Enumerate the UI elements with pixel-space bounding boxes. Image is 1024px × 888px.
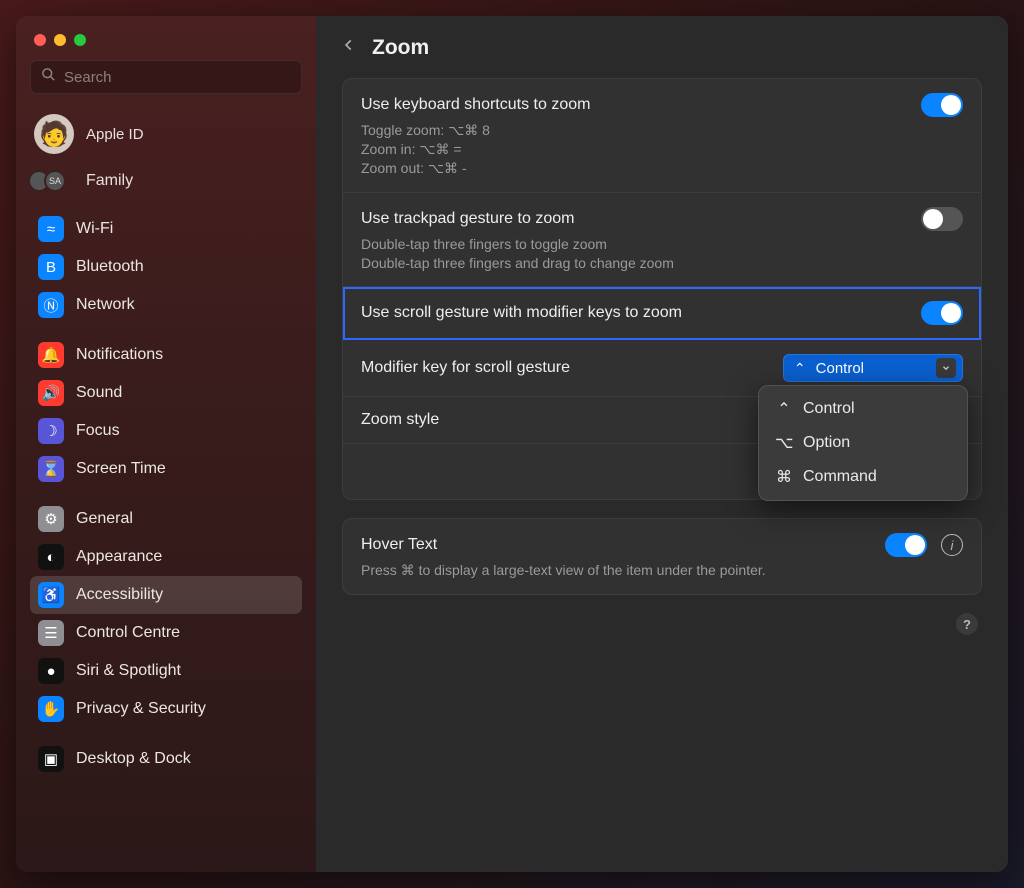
- menu-item-control[interactable]: ⌃ Control: [765, 392, 961, 426]
- keyboard-shortcuts-toggle[interactable]: [921, 93, 963, 117]
- minimize-button[interactable]: [54, 34, 66, 46]
- trackpad-gesture-toggle[interactable]: [921, 207, 963, 231]
- sidebar-item-appearance[interactable]: ◐ Appearance: [30, 538, 302, 576]
- sidebar-item-label: Screen Time: [76, 460, 166, 478]
- general-icon: ⚙: [38, 506, 64, 532]
- close-button[interactable]: [34, 34, 46, 46]
- sidebar-item-privacy[interactable]: ✋ Privacy & Security: [30, 690, 302, 728]
- row-title: Use keyboard shortcuts to zoom: [361, 96, 590, 114]
- sidebar-item-label: General: [76, 510, 133, 528]
- modifier-symbol-icon: ⌘: [775, 467, 793, 487]
- network-icon: Ⓝ: [38, 292, 64, 318]
- sidebar-item-wifi[interactable]: ≈ Wi-Fi: [30, 210, 302, 248]
- sidebar-item-general[interactable]: ⚙ General: [30, 500, 302, 538]
- menu-item-label: Control: [803, 400, 855, 418]
- desktop-icon: ▣: [38, 746, 64, 772]
- hover-text-panel: Hover Text i Press ⌘ to display a large-…: [342, 518, 982, 595]
- controlcentre-icon: ☰: [38, 620, 64, 646]
- modifier-label: Control: [816, 360, 864, 377]
- modifier-key-menu: ⌃ Control ⌥ Option ⌘ Command: [758, 385, 968, 501]
- system-settings-window: 🧑 Apple ID SA Family ≈ Wi-Fi B Bluetooth Ⓝ Ne…: [16, 16, 1008, 872]
- sidebar-item-desktop[interactable]: ▣ Desktop & Dock: [30, 740, 302, 778]
- sidebar-item-label: Focus: [76, 422, 120, 440]
- help-button[interactable]: ?: [956, 613, 978, 635]
- sidebar-item-label: Control Centre: [76, 624, 180, 642]
- trackpad-gesture-row: Use trackpad gesture to zoom Double-tap …: [343, 193, 981, 288]
- row-title: Use trackpad gesture to zoom: [361, 210, 574, 228]
- apple-id-label: Apple ID: [86, 126, 144, 143]
- sidebar-item-label: Sound: [76, 384, 122, 402]
- menu-item-label: Command: [803, 468, 877, 486]
- scroll-gesture-toggle[interactable]: [921, 301, 963, 325]
- family-label: Family: [86, 172, 133, 190]
- sidebar-item-label: Wi-Fi: [76, 220, 113, 238]
- sidebar-item-notifications[interactable]: 🔔 Notifications: [30, 336, 302, 374]
- accessibility-icon: ♿: [38, 582, 64, 608]
- family-avatars: SA: [34, 170, 74, 192]
- zoom-settings-panel: Use keyboard shortcuts to zoom Toggle zo…: [342, 78, 982, 500]
- focus-icon: ☽: [38, 418, 64, 444]
- sidebar-item-accessibility[interactable]: ♿ Accessibility: [30, 576, 302, 614]
- sidebar-item-label: Bluetooth: [76, 258, 144, 276]
- window-controls: [30, 30, 302, 60]
- modifier-key-row: Modifier key for scroll gesture ⌃ Contro…: [343, 340, 981, 397]
- siri-icon: ●: [38, 658, 64, 684]
- help-row: ?: [342, 613, 982, 635]
- row-title: Zoom style: [361, 411, 439, 429]
- sidebar-item-bluetooth[interactable]: B Bluetooth: [30, 248, 302, 286]
- sidebar-item-label: Notifications: [76, 346, 163, 364]
- row-title: Use scroll gesture with modifier keys to…: [361, 304, 682, 322]
- row-subtitle: Double-tap three fingers to toggle zoom …: [361, 235, 963, 273]
- row-subtitle: Press ⌘ to display a large-text view of …: [361, 561, 963, 580]
- back-button[interactable]: [342, 34, 356, 62]
- main-pane: Zoom Use keyboard shortcuts to zoom Togg…: [316, 16, 1008, 872]
- sidebar: 🧑 Apple ID SA Family ≈ Wi-Fi B Bluetooth Ⓝ Ne…: [16, 16, 316, 872]
- screentime-icon: ⌛: [38, 456, 64, 482]
- modifier-symbol-icon: ⌃: [775, 399, 793, 419]
- sidebar-item-focus[interactable]: ☽ Focus: [30, 412, 302, 450]
- modifier-symbol: ⌃: [794, 360, 806, 377]
- search-field[interactable]: [30, 60, 302, 94]
- menu-item-option[interactable]: ⌥ Option: [765, 426, 961, 460]
- sidebar-item-label: Network: [76, 296, 135, 314]
- row-title: Modifier key for scroll gesture: [361, 359, 570, 377]
- sidebar-item-controlcentre[interactable]: ☰ Control Centre: [30, 614, 302, 652]
- hover-text-toggle[interactable]: [885, 533, 927, 557]
- keyboard-shortcuts-row: Use keyboard shortcuts to zoom Toggle zo…: [343, 79, 981, 193]
- menu-item-label: Option: [803, 434, 850, 452]
- apple-id-row[interactable]: 🧑 Apple ID: [30, 108, 302, 164]
- scroll-gesture-row: Use scroll gesture with modifier keys to…: [343, 287, 981, 340]
- family-row[interactable]: SA Family: [30, 164, 302, 206]
- notifications-icon: 🔔: [38, 342, 64, 368]
- sidebar-item-screentime[interactable]: ⌛ Screen Time: [30, 450, 302, 488]
- info-icon[interactable]: i: [941, 534, 963, 556]
- sidebar-list: ≈ Wi-Fi B Bluetooth Ⓝ Network 🔔 Notifications 🔊 S…: [30, 210, 302, 778]
- sidebar-item-label: Siri & Spotlight: [76, 662, 181, 680]
- sidebar-item-label: Accessibility: [76, 586, 163, 604]
- search-icon: [41, 67, 56, 87]
- sound-icon: 🔊: [38, 380, 64, 406]
- sidebar-item-network[interactable]: Ⓝ Network: [30, 286, 302, 324]
- hover-text-row: Hover Text i Press ⌘ to display a large-…: [343, 519, 981, 594]
- modifier-key-select[interactable]: ⌃ Control ⌃Control⌥Option⌘Command: [783, 354, 963, 382]
- menu-item-command[interactable]: ⌘ Command: [765, 460, 961, 494]
- header: Zoom: [342, 34, 982, 62]
- fullscreen-button[interactable]: [74, 34, 86, 46]
- sidebar-item-label: Appearance: [76, 548, 162, 566]
- chevron-down-icon: [936, 358, 956, 378]
- sidebar-item-sound[interactable]: 🔊 Sound: [30, 374, 302, 412]
- bluetooth-icon: B: [38, 254, 64, 280]
- row-subtitle: Toggle zoom: ⌥⌘ 8 Zoom in: ⌥⌘ = Zoom out…: [361, 121, 963, 178]
- appearance-icon: ◐: [38, 544, 64, 570]
- sidebar-item-label: Desktop & Dock: [76, 750, 191, 768]
- sidebar-item-siri[interactable]: ● Siri & Spotlight: [30, 652, 302, 690]
- page-title: Zoom: [372, 36, 429, 60]
- privacy-icon: ✋: [38, 696, 64, 722]
- modifier-symbol-icon: ⌥: [775, 433, 793, 453]
- avatar: 🧑: [34, 114, 74, 154]
- sidebar-item-label: Privacy & Security: [76, 700, 206, 718]
- wifi-icon: ≈: [38, 216, 64, 242]
- row-title: Hover Text: [361, 536, 437, 554]
- search-input[interactable]: [64, 69, 291, 86]
